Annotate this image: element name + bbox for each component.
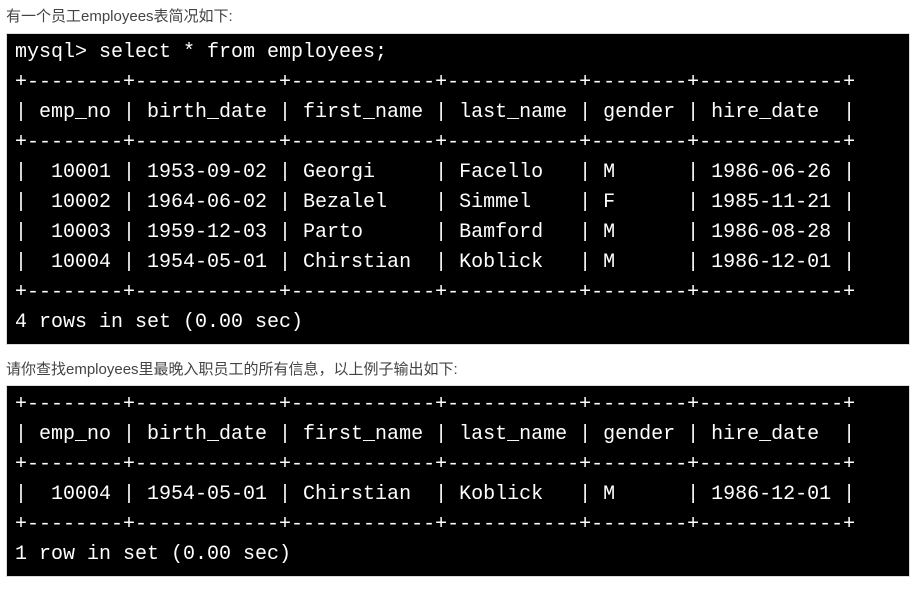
terminal-block-1: mysql> select * from employees; +-------… [6, 33, 910, 345]
intro-text-2: 请你查找employees里最晚入职员工的所有信息，以上例子输出如下: [6, 359, 910, 382]
intro-text-1: 有一个员工employees表简况如下: [6, 6, 910, 29]
terminal-block-2: +--------+------------+------------+----… [6, 385, 910, 577]
